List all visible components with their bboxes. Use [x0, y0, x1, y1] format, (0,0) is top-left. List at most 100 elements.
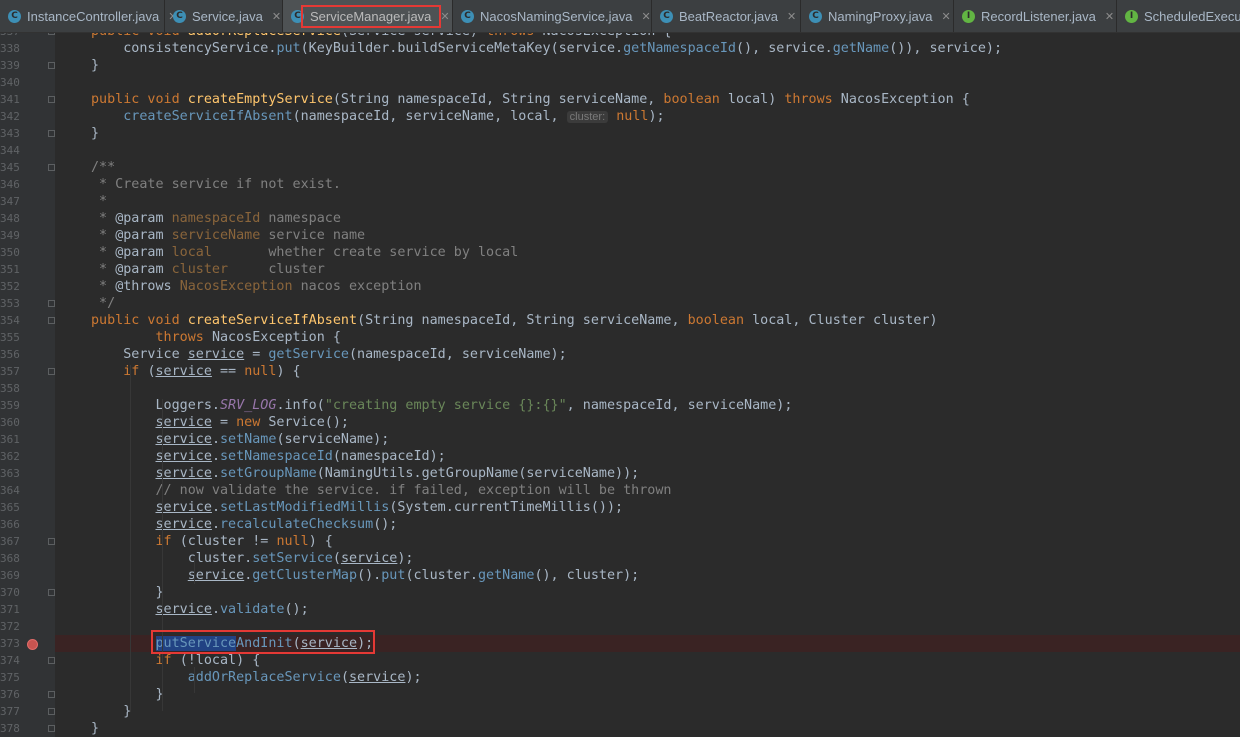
code-line[interactable]: }: [55, 57, 1240, 74]
code-line[interactable]: Service service = getService(namespaceId…: [55, 346, 1240, 363]
code-line[interactable]: }: [55, 703, 1240, 720]
code-line[interactable]: if (service == null) {: [55, 363, 1240, 380]
breakpoint-icon[interactable]: [27, 639, 38, 650]
code-token: "creating empty service {}:{}": [324, 398, 567, 413]
tab-naming-proxy[interactable]: C NamingProxy.java ✕: [801, 0, 954, 32]
code-token: namespaceId: [171, 211, 269, 226]
code-token: getGroupName: [421, 466, 519, 481]
code-line[interactable]: addOrReplaceService(service);: [55, 669, 1240, 686]
code-line[interactable]: }: [55, 125, 1240, 142]
code-token: setGroupName: [220, 466, 317, 481]
code-token: // now validate the service. if failed, …: [91, 483, 672, 498]
code-line[interactable]: consistencyService.put(KeyBuilder.buildS…: [55, 40, 1240, 57]
code-text: }: [91, 57, 99, 74]
close-icon[interactable]: ✕: [1105, 10, 1114, 23]
code-token: @param: [115, 228, 172, 243]
code-line[interactable]: * @param local whether create service by…: [55, 244, 1240, 261]
fold-marker-icon[interactable]: [48, 317, 55, 324]
tab-nacos-naming-service[interactable]: C NacosNamingService.java ✕: [453, 0, 652, 32]
fold-marker-icon[interactable]: [48, 164, 55, 171]
fold-marker-icon[interactable]: [48, 691, 55, 698]
code-line[interactable]: * @param serviceName service name: [55, 227, 1240, 244]
tab-record-listener[interactable]: I RecordListener.java ✕: [954, 0, 1117, 32]
tab-service-manager[interactable]: C ServiceManager.java ✕: [283, 0, 453, 32]
code-line[interactable]: Loggers.SRV_LOG.info("creating empty ser…: [55, 397, 1240, 414]
code-line[interactable]: service = new Service();: [55, 414, 1240, 431]
code-line[interactable]: public void createServiceIfAbsent(String…: [55, 312, 1240, 329]
code-line[interactable]: }: [55, 584, 1240, 601]
code-token: service: [187, 347, 245, 362]
code-token: SRV_LOG: [220, 398, 277, 413]
fold-marker-icon[interactable]: [48, 130, 55, 137]
code-token: (String namespaceId, String serviceName,: [357, 313, 688, 328]
close-icon[interactable]: ✕: [272, 10, 281, 23]
code-line[interactable]: createServiceIfAbsent(namespaceId, servi…: [55, 108, 1240, 125]
code-line[interactable]: public void addOrReplaceService(Service …: [55, 33, 1240, 40]
code-token: (serviceName));: [518, 466, 640, 481]
tab-service[interactable]: C Service.java ✕: [165, 0, 283, 32]
code-line[interactable]: service.getClusterMap().put(cluster.getN…: [55, 567, 1240, 584]
code-token: *: [91, 245, 116, 260]
code-line[interactable]: [55, 380, 1240, 397]
close-icon[interactable]: ✕: [787, 10, 796, 23]
code-line[interactable]: }: [55, 720, 1240, 737]
code-token: public void: [91, 92, 188, 107]
fold-marker-icon[interactable]: [48, 708, 55, 715]
code-line[interactable]: service.setGroupName(NamingUtils.getGrou…: [55, 465, 1240, 482]
code-line[interactable]: if (cluster != null) {: [55, 533, 1240, 550]
fold-marker-icon[interactable]: [48, 300, 55, 307]
code-token: ();: [284, 602, 309, 617]
code-token: service: [187, 568, 245, 583]
line-number: 378: [0, 722, 20, 735]
code-token: }: [91, 687, 164, 702]
code-token: (NamingUtils.: [316, 466, 422, 481]
code-line[interactable]: * @param cluster cluster: [55, 261, 1240, 278]
code-line[interactable]: */: [55, 295, 1240, 312]
code-line[interactable]: /**: [55, 159, 1240, 176]
code-line[interactable]: service.setNamespaceId(namespaceId);: [55, 448, 1240, 465]
code-line[interactable]: [55, 74, 1240, 91]
line-number: 357: [0, 365, 20, 378]
line-number: 343: [0, 127, 20, 140]
code-line[interactable]: *: [55, 193, 1240, 210]
code-line[interactable]: cluster.setService(service);: [55, 550, 1240, 567]
fold-marker-icon[interactable]: [48, 657, 55, 664]
code-token: consistencyService.: [91, 41, 277, 56]
code-line[interactable]: if (!local) {: [55, 652, 1240, 669]
code-line[interactable]: service.setName(serviceName);: [55, 431, 1240, 448]
fold-marker-icon[interactable]: [48, 538, 55, 545]
code-token: setService: [252, 551, 333, 566]
code-line[interactable]: service.recalculateChecksum();: [55, 516, 1240, 533]
tab-beat-reactor[interactable]: C BeatReactor.java ✕: [652, 0, 801, 32]
code-token: null: [244, 364, 277, 379]
close-icon[interactable]: ✕: [440, 10, 449, 23]
code-line[interactable]: * @throws NacosException nacos exception: [55, 278, 1240, 295]
code-line[interactable]: service.validate();: [55, 601, 1240, 618]
code-token: serviceName: [171, 228, 269, 243]
close-icon[interactable]: ✕: [942, 10, 951, 23]
close-icon[interactable]: ✕: [641, 10, 650, 23]
code-line[interactable]: // now validate the service. if failed, …: [55, 482, 1240, 499]
code-line[interactable]: * @param namespaceId namespace: [55, 210, 1240, 227]
line-number: 342: [0, 110, 20, 123]
fold-marker-icon[interactable]: [48, 725, 55, 732]
code-line[interactable]: public void createEmptyService(String na…: [55, 91, 1240, 108]
tab-instance-controller[interactable]: C InstanceController.java ✕: [0, 0, 177, 32]
fold-marker-icon[interactable]: [48, 96, 55, 103]
code-editor[interactable]: public void addOrReplaceService(Service …: [55, 33, 1240, 737]
fold-marker-icon[interactable]: [48, 589, 55, 596]
code-line[interactable]: putServiceAndInit(service);: [55, 635, 1240, 652]
fold-marker-icon[interactable]: [48, 33, 55, 35]
fold-marker-icon[interactable]: [48, 62, 55, 69]
code-line[interactable]: service.setLastModifiedMillis(System.cur…: [55, 499, 1240, 516]
code-token: service: [155, 500, 212, 515]
code-line[interactable]: [55, 142, 1240, 159]
code-line[interactable]: }: [55, 686, 1240, 703]
tab-scheduled-executor[interactable]: I ScheduledExecut: [1117, 0, 1240, 32]
code-line[interactable]: * Create service if not exist.: [55, 176, 1240, 193]
fold-marker-icon[interactable]: [48, 368, 55, 375]
code-token: service: [340, 551, 398, 566]
code-line[interactable]: throws NacosException {: [55, 329, 1240, 346]
code-line[interactable]: [55, 618, 1240, 635]
